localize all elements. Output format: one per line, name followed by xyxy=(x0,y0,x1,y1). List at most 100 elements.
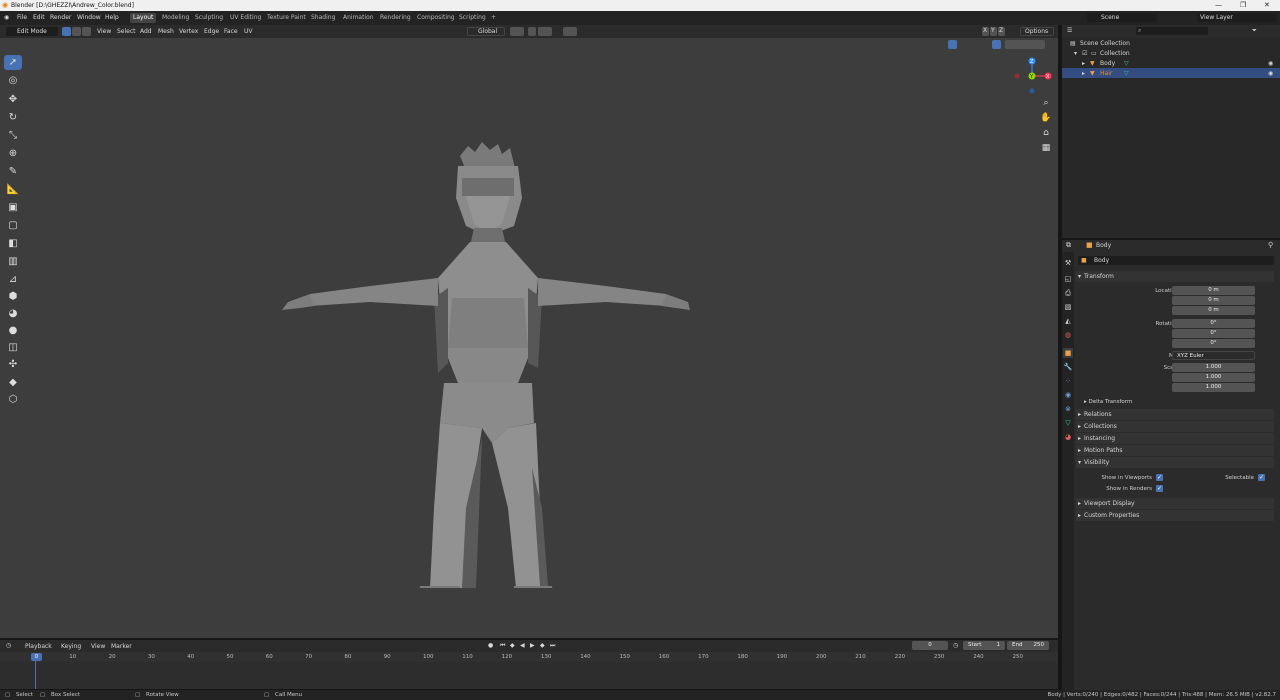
smooth-tool-icon[interactable]: ● xyxy=(4,323,22,338)
rotation-z-field[interactable]: 0° xyxy=(1172,339,1255,348)
tab-sculpting[interactable]: Sculpting xyxy=(192,13,226,23)
object-name-field[interactable]: ■ Body xyxy=(1078,256,1274,265)
menu-playback[interactable]: Playback xyxy=(25,643,52,650)
object-tab-icon[interactable]: ■ xyxy=(1063,348,1073,358)
current-frame-field[interactable]: 0 xyxy=(912,641,948,650)
menu-window[interactable]: Window xyxy=(77,14,101,21)
options-button[interactable]: Options xyxy=(1020,27,1054,36)
shading-mode-buttons[interactable] xyxy=(1005,40,1045,49)
eye-icon[interactable]: ◉ xyxy=(1268,70,1273,77)
close-icon[interactable]: ✕ xyxy=(1264,1,1270,9)
data-tab-icon[interactable]: ▽ xyxy=(1063,418,1073,428)
chevron-right-icon[interactable]: ▸ xyxy=(1082,60,1085,67)
spin-tool-icon[interactable]: ◕ xyxy=(4,306,22,321)
end-frame-field[interactable]: End 250 xyxy=(1007,641,1049,650)
face-select-icon[interactable] xyxy=(82,27,91,36)
minimize-icon[interactable]: — xyxy=(1215,1,1222,9)
tab-scripting[interactable]: Scripting xyxy=(456,13,489,23)
bevel-tool-icon[interactable]: ◧ xyxy=(4,236,22,251)
transform-panel-header[interactable]: ▾ Transform xyxy=(1076,271,1274,282)
scale-tool-icon[interactable]: ⤡ xyxy=(4,128,22,143)
3d-viewport[interactable]: Z X Y ⌕ ✋ ⌂ ▦ xyxy=(0,38,1058,638)
menu-select[interactable]: Select xyxy=(117,28,136,35)
frame-ruler[interactable]: 10 20 30 40 50 60 70 80 90 100 110 120 130 140 150 160 1… xyxy=(0,652,1058,662)
snap-icon[interactable] xyxy=(528,27,536,36)
shear-tool-icon[interactable]: ◆ xyxy=(4,375,22,390)
menu-view[interactable]: View xyxy=(97,28,111,35)
record-icon[interactable]: ● xyxy=(488,642,493,649)
play-reverse-icon[interactable]: ◀ xyxy=(520,642,525,649)
menu-keying[interactable]: Keying xyxy=(61,643,81,650)
menu-render[interactable]: Render xyxy=(50,14,71,21)
axis-x-toggle[interactable]: X xyxy=(982,27,989,36)
tab-animation[interactable]: Animation xyxy=(340,13,377,23)
jump-start-icon[interactable]: ⏮ xyxy=(500,642,505,650)
visibility-panel-header[interactable]: ▾ Visibility xyxy=(1076,457,1274,468)
proportional-edit-icon[interactable] xyxy=(563,27,577,36)
menu-timeline-view[interactable]: View xyxy=(91,643,105,650)
vertex-select-icon[interactable] xyxy=(62,27,71,36)
gizmo-neg-x-axis[interactable] xyxy=(1014,73,1020,79)
menu-edge[interactable]: Edge xyxy=(204,28,219,35)
custom-properties-panel-header[interactable]: ▸ Custom Properties xyxy=(1076,510,1274,521)
move-tool-icon[interactable]: ✥ xyxy=(4,92,22,107)
collections-panel-header[interactable]: ▸ Collections xyxy=(1076,421,1274,432)
mode-selector[interactable]: Edit Mode xyxy=(6,27,58,36)
visibility-icon[interactable] xyxy=(930,40,944,49)
menu-edit[interactable]: Edit xyxy=(33,14,45,21)
camera-icon[interactable]: ⌂ xyxy=(1040,127,1052,139)
motion-paths-panel-header[interactable]: ▸ Motion Paths xyxy=(1076,445,1274,456)
tool-tab-icon[interactable]: ⚒ xyxy=(1063,258,1073,268)
menu-marker[interactable]: Marker xyxy=(111,643,132,650)
jump-end-icon[interactable]: ⏭ xyxy=(550,642,555,650)
gizmo-toggle-icon[interactable] xyxy=(948,40,957,49)
stopwatch-icon[interactable]: ◷ xyxy=(953,642,958,649)
transform-orientation-selector[interactable]: Global xyxy=(467,27,505,36)
start-frame-field[interactable]: Start 1 xyxy=(963,641,1005,650)
shrink-fatten-tool-icon[interactable]: ✣ xyxy=(4,357,22,372)
menu-add[interactable]: Add xyxy=(140,28,152,35)
tab-uv-editing[interactable]: UV Editing xyxy=(227,13,264,23)
outliner-item-hair[interactable]: ▸ ▼ Hair ▽ ◉ xyxy=(1062,68,1280,78)
overlays-icon[interactable] xyxy=(970,40,984,49)
outliner-scene-collection[interactable]: ▤ Scene Collection xyxy=(1062,38,1280,48)
next-keyframe-icon[interactable]: ◆ xyxy=(540,642,545,649)
physics-tab-icon[interactable]: ◉ xyxy=(1063,390,1073,400)
loop-cut-tool-icon[interactable]: ▥ xyxy=(4,254,22,269)
gizmo-neg-z-axis[interactable] xyxy=(1029,88,1035,94)
poly-build-tool-icon[interactable]: ⬢ xyxy=(4,289,22,304)
scale-y-field[interactable]: 1.000 xyxy=(1172,373,1255,382)
rotate-tool-icon[interactable]: ↻ xyxy=(4,110,22,125)
menu-uv[interactable]: UV xyxy=(244,28,253,35)
tab-texture-paint[interactable]: Texture Paint xyxy=(264,13,309,23)
maximize-icon[interactable]: ❐ xyxy=(1240,1,1246,9)
show-in-renders-checkbox[interactable]: ✓ xyxy=(1156,485,1163,492)
tab-modeling[interactable]: Modeling xyxy=(159,13,192,23)
pin-icon[interactable]: ⚲ xyxy=(1268,241,1273,249)
chevron-down-icon[interactable]: ▾ xyxy=(1074,50,1077,57)
material-tab-icon[interactable]: ◕ xyxy=(1063,432,1073,442)
outliner-search-input[interactable] xyxy=(1136,27,1208,35)
location-x-field[interactable]: 0 m xyxy=(1172,286,1255,295)
axis-z-toggle[interactable]: Z xyxy=(998,27,1005,36)
cursor-tool-icon[interactable]: ◎ xyxy=(4,73,22,88)
rip-tool-icon[interactable]: ⬡ xyxy=(4,392,22,407)
location-y-field[interactable]: 0 m xyxy=(1172,296,1255,305)
playhead-frame[interactable]: 0 xyxy=(31,653,42,661)
inset-tool-icon[interactable]: ▢ xyxy=(4,218,22,233)
scene-tab-icon[interactable]: ◭ xyxy=(1063,316,1073,326)
world-tab-icon[interactable]: ◍ xyxy=(1063,330,1073,340)
rotation-y-field[interactable]: 0° xyxy=(1172,329,1255,338)
annotate-tool-icon[interactable]: ✎ xyxy=(4,164,22,179)
outliner-editor-icon[interactable]: ☰ xyxy=(1067,27,1072,34)
clock-icon[interactable]: ◷ xyxy=(6,642,11,649)
scene-selector[interactable]: Scene xyxy=(1087,13,1157,22)
checkbox-icon[interactable]: ☑ xyxy=(1082,50,1087,57)
rotation-mode-dropdown[interactable]: XYZ Euler xyxy=(1172,351,1255,360)
zoom-icon[interactable]: ⌕ xyxy=(1040,97,1052,109)
viewport-display-panel-header[interactable]: ▸ Viewport Display xyxy=(1076,498,1274,509)
perspective-grid-icon[interactable]: ▦ xyxy=(1040,142,1052,154)
properties-editor-icon[interactable]: ⧉ xyxy=(1066,241,1071,250)
view-layer-tab-icon[interactable]: ▧ xyxy=(1063,302,1073,312)
render-tab-icon[interactable]: ◱ xyxy=(1063,274,1073,284)
